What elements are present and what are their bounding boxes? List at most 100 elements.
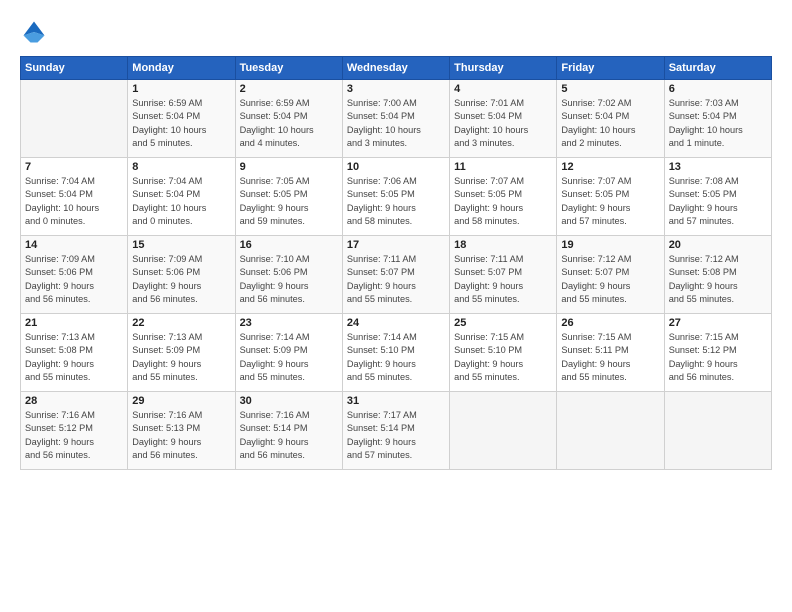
day-cell: 28Sunrise: 7:16 AMSunset: 5:12 PMDayligh…	[21, 392, 128, 470]
day-info: Sunrise: 7:16 AMSunset: 5:13 PMDaylight:…	[132, 409, 230, 462]
day-number: 22	[132, 317, 230, 329]
day-cell	[557, 392, 664, 470]
day-number: 8	[132, 161, 230, 173]
day-info: Sunrise: 7:10 AMSunset: 5:06 PMDaylight:…	[240, 253, 338, 306]
day-info: Sunrise: 7:16 AMSunset: 5:12 PMDaylight:…	[25, 409, 123, 462]
day-number: 30	[240, 395, 338, 407]
day-cell: 27 Sunrise: 7:15 AMSunset: 5:12 PMDayligh…	[664, 314, 771, 392]
day-number: 7	[25, 161, 123, 173]
day-cell: 24 Sunrise: 7:14 AMSunset: 5:10 PMDayligh…	[342, 314, 449, 392]
day-cell: 20 Sunrise: 7:12 AMSunset: 5:08 PMDayligh…	[664, 236, 771, 314]
header	[20, 18, 772, 46]
day-cell: 6Sunrise: 7:03 AMSunset: 5:04 PMDaylight…	[664, 80, 771, 158]
day-cell: 10Sunrise: 7:06 AMSunset: 5:05 PMDayligh…	[342, 158, 449, 236]
logo-icon	[20, 18, 48, 46]
day-number: 15	[132, 239, 230, 251]
day-cell: 25 Sunrise: 7:15 AMSunset: 5:10 PMDayligh…	[450, 314, 557, 392]
day-cell: 29 Sunrise: 7:16 AMSunset: 5:13 PMDayligh…	[128, 392, 235, 470]
day-info: Sunrise: 6:59 AMSunset: 5:04 PMDaylight:…	[240, 97, 338, 150]
day-number: 9	[240, 161, 338, 173]
day-info: Sunrise: 7:11 AMSunset: 5:07 PMDaylight:…	[454, 253, 552, 306]
day-info: Sunrise: 7:13 AMSunset: 5:08 PMDaylight:…	[25, 331, 123, 384]
week-row-0: 1 Sunrise: 6:59 AMSunset: 5:04 PMDaylight…	[21, 80, 772, 158]
day-cell: 11 Sunrise: 7:07 AMSunset: 5:05 PMDayligh…	[450, 158, 557, 236]
day-number: 3	[347, 83, 445, 95]
header-day-wednesday: Wednesday	[342, 57, 449, 80]
day-number: 16	[240, 239, 338, 251]
day-info: Sunrise: 7:09 AMSunset: 5:06 PMDaylight:…	[25, 253, 123, 306]
header-day-tuesday: Tuesday	[235, 57, 342, 80]
day-info: Sunrise: 7:15 AMSunset: 5:10 PMDaylight:…	[454, 331, 552, 384]
calendar-body: 1 Sunrise: 6:59 AMSunset: 5:04 PMDaylight…	[21, 80, 772, 470]
day-cell: 26 Sunrise: 7:15 AMSunset: 5:11 PMDayligh…	[557, 314, 664, 392]
calendar-header: SundayMondayTuesdayWednesdayThursdayFrid…	[21, 57, 772, 80]
header-day-saturday: Saturday	[664, 57, 771, 80]
day-info: Sunrise: 7:02 AMSunset: 5:04 PMDaylight:…	[561, 97, 659, 150]
day-info: Sunrise: 7:00 AMSunset: 5:04 PMDaylight:…	[347, 97, 445, 150]
day-info: Sunrise: 7:15 AMSunset: 5:11 PMDaylight:…	[561, 331, 659, 384]
header-day-monday: Monday	[128, 57, 235, 80]
day-info: Sunrise: 7:16 AMSunset: 5:14 PMDaylight:…	[240, 409, 338, 462]
week-row-4: 28Sunrise: 7:16 AMSunset: 5:12 PMDayligh…	[21, 392, 772, 470]
day-cell	[21, 80, 128, 158]
day-number: 23	[240, 317, 338, 329]
day-info: Sunrise: 7:09 AMSunset: 5:06 PMDaylight:…	[132, 253, 230, 306]
day-info: Sunrise: 7:13 AMSunset: 5:09 PMDaylight:…	[132, 331, 230, 384]
day-cell: 15 Sunrise: 7:09 AMSunset: 5:06 PMDayligh…	[128, 236, 235, 314]
day-info: Sunrise: 7:14 AMSunset: 5:09 PMDaylight:…	[240, 331, 338, 384]
day-cell: 1 Sunrise: 6:59 AMSunset: 5:04 PMDaylight…	[128, 80, 235, 158]
day-info: Sunrise: 7:17 AMSunset: 5:14 PMDaylight:…	[347, 409, 445, 462]
day-cell: 7Sunrise: 7:04 AMSunset: 5:04 PMDaylight…	[21, 158, 128, 236]
header-day-friday: Friday	[557, 57, 664, 80]
day-cell: 23 Sunrise: 7:14 AMSunset: 5:09 PMDayligh…	[235, 314, 342, 392]
day-info: Sunrise: 7:07 AMSunset: 5:05 PMDaylight:…	[454, 175, 552, 228]
day-cell: 31 Sunrise: 7:17 AMSunset: 5:14 PMDayligh…	[342, 392, 449, 470]
day-cell: 30 Sunrise: 7:16 AMSunset: 5:14 PMDayligh…	[235, 392, 342, 470]
day-number: 10	[347, 161, 445, 173]
day-info: Sunrise: 7:12 AMSunset: 5:08 PMDaylight:…	[669, 253, 767, 306]
day-cell: 17 Sunrise: 7:11 AMSunset: 5:07 PMDayligh…	[342, 236, 449, 314]
day-number: 5	[561, 83, 659, 95]
day-cell: 13Sunrise: 7:08 AMSunset: 5:05 PMDayligh…	[664, 158, 771, 236]
day-number: 14	[25, 239, 123, 251]
day-cell: 5 Sunrise: 7:02 AMSunset: 5:04 PMDaylight…	[557, 80, 664, 158]
day-number: 21	[25, 317, 123, 329]
day-info: Sunrise: 7:15 AMSunset: 5:12 PMDaylight:…	[669, 331, 767, 384]
day-cell: 21 Sunrise: 7:13 AMSunset: 5:08 PMDayligh…	[21, 314, 128, 392]
day-number: 24	[347, 317, 445, 329]
day-cell: 12Sunrise: 7:07 AMSunset: 5:05 PMDayligh…	[557, 158, 664, 236]
day-info: Sunrise: 7:12 AMSunset: 5:07 PMDaylight:…	[561, 253, 659, 306]
day-number: 29	[132, 395, 230, 407]
day-info: Sunrise: 6:59 AMSunset: 5:04 PMDaylight:…	[132, 97, 230, 150]
day-info: Sunrise: 7:05 AMSunset: 5:05 PMDaylight:…	[240, 175, 338, 228]
day-number: 31	[347, 395, 445, 407]
page: SundayMondayTuesdayWednesdayThursdayFrid…	[0, 0, 792, 612]
day-info: Sunrise: 7:04 AMSunset: 5:04 PMDaylight:…	[132, 175, 230, 228]
day-info: Sunrise: 7:11 AMSunset: 5:07 PMDaylight:…	[347, 253, 445, 306]
day-info: Sunrise: 7:14 AMSunset: 5:10 PMDaylight:…	[347, 331, 445, 384]
day-number: 18	[454, 239, 552, 251]
day-cell: 19 Sunrise: 7:12 AMSunset: 5:07 PMDayligh…	[557, 236, 664, 314]
header-row: SundayMondayTuesdayWednesdayThursdayFrid…	[21, 57, 772, 80]
day-number: 27	[669, 317, 767, 329]
day-cell	[450, 392, 557, 470]
day-cell: 3 Sunrise: 7:00 AMSunset: 5:04 PMDaylight…	[342, 80, 449, 158]
day-number: 17	[347, 239, 445, 251]
day-number: 26	[561, 317, 659, 329]
day-cell: 16 Sunrise: 7:10 AMSunset: 5:06 PMDayligh…	[235, 236, 342, 314]
day-number: 20	[669, 239, 767, 251]
day-number: 25	[454, 317, 552, 329]
day-info: Sunrise: 7:03 AMSunset: 5:04 PMDaylight:…	[669, 97, 767, 150]
header-day-sunday: Sunday	[21, 57, 128, 80]
day-cell	[664, 392, 771, 470]
day-number: 1	[132, 83, 230, 95]
day-number: 4	[454, 83, 552, 95]
week-row-1: 7 Sunrise: 7:04 AMSunset: 5:04 PMDaylight…	[21, 158, 772, 236]
week-row-3: 21 Sunrise: 7:13 AMSunset: 5:08 PMDayligh…	[21, 314, 772, 392]
day-number: 13	[669, 161, 767, 173]
day-info: Sunrise: 7:07 AMSunset: 5:05 PMDaylight:…	[561, 175, 659, 228]
day-info: Sunrise: 7:01 AMSunset: 5:04 PMDaylight:…	[454, 97, 552, 150]
calendar-table: SundayMondayTuesdayWednesdayThursdayFrid…	[20, 56, 772, 470]
day-number: 19	[561, 239, 659, 251]
day-number: 11	[454, 161, 552, 173]
